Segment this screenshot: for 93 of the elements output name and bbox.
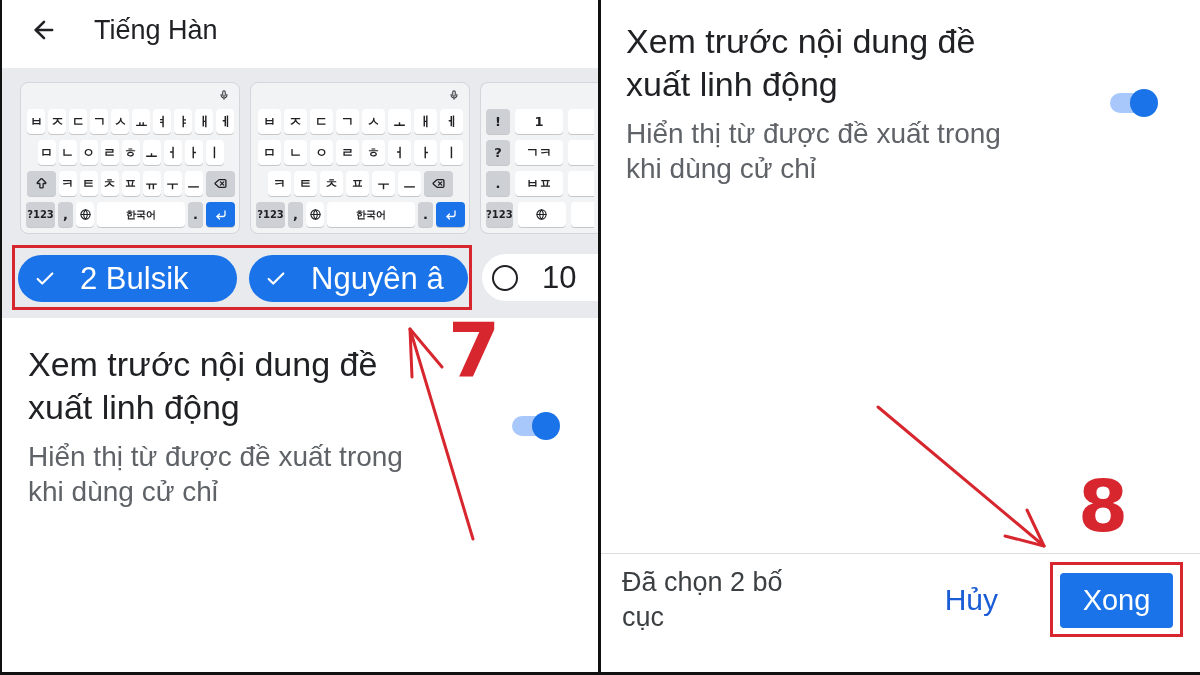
keyboard-key: ㅊ <box>100 171 119 196</box>
keyboard-key: . <box>486 171 510 196</box>
enter-arrow-icon <box>444 208 457 221</box>
keyboard-key: ?123 <box>256 202 285 227</box>
keyboard-key: ㅗ <box>142 140 161 165</box>
globe-icon <box>79 209 91 220</box>
keyboard-key: ?123 <box>26 202 55 227</box>
keyboard-key: ㅣ <box>205 140 224 165</box>
keyboard-key: ㄷ <box>69 109 87 134</box>
keyboard-key: , <box>288 202 303 227</box>
keyboard-key: ㅂㅍ <box>515 171 563 196</box>
page-title: Tiếng Hàn <box>94 14 218 46</box>
keyboard-key: ! <box>486 109 510 134</box>
keyboard-key: ㅣ <box>440 140 463 165</box>
keyboard-key: ㅋ <box>268 171 291 196</box>
keyboard-key: ? <box>486 140 510 165</box>
keyboard-key: ㅓ <box>388 140 411 165</box>
keyboard-key: ㅊ <box>320 171 343 196</box>
backspace-icon <box>432 177 445 190</box>
step-number: 8 <box>1078 470 1129 542</box>
keyboard-key <box>568 171 594 196</box>
globe-icon <box>309 209 321 220</box>
keyboard-key: ㅅ <box>111 109 129 134</box>
microphone-icon <box>219 90 229 100</box>
keyboard-key: ㄷ <box>310 109 333 134</box>
keyboard-key: ㅁ <box>258 140 281 165</box>
setting-title: Xem trước nội dung đề xuất linh động <box>28 344 379 428</box>
keyboard-key: ㄱ <box>336 109 359 134</box>
keyboard-key: ㅇ <box>310 140 333 165</box>
layout-chip[interactable]: Nguyên â <box>249 255 468 302</box>
globe-icon <box>536 209 548 220</box>
keyboard-key: ㅎ <box>121 140 140 165</box>
toggle-switch[interactable] <box>510 412 560 440</box>
keyboard-key: ㄱ <box>90 109 108 134</box>
keyboard-key: ㅗ <box>388 109 411 134</box>
toggle-switch[interactable] <box>1108 89 1158 117</box>
keyboard-key: ㄱㅋ <box>515 140 563 165</box>
keyboard-key: ㅍ <box>346 171 369 196</box>
cancel-button[interactable]: Hủy <box>944 582 998 617</box>
layout-chip[interactable]: 2 Bulsik <box>18 255 237 302</box>
keyboard-key: ㅇ <box>79 140 98 165</box>
keyboard-key: ㅍ <box>121 171 140 196</box>
keyboard-key: ㅈ <box>284 109 307 134</box>
keyboard-key: ㄹ <box>336 140 359 165</box>
keyboard-key: , <box>58 202 73 227</box>
keyboard-key: ㅡ <box>184 171 203 196</box>
keyboard-key: ㅅ <box>362 109 385 134</box>
selection-status: Đã chọn 2 bố cục <box>622 565 784 634</box>
keyboard-key: ㅡ <box>398 171 421 196</box>
done-button[interactable]: Xong <box>1060 573 1173 628</box>
keyboard-key: . <box>418 202 433 227</box>
keyboard-key: . <box>188 202 203 227</box>
keyboard-key: ㄴ <box>58 140 77 165</box>
step-number: 7 <box>448 313 501 388</box>
keyboard-key <box>568 140 594 165</box>
keyboard-key: ㅂ <box>258 109 281 134</box>
keyboard-key: ㅛ <box>132 109 150 134</box>
keyboard-key: ㅠ <box>142 171 161 196</box>
keyboard-key: ㄹ <box>100 140 119 165</box>
microphone-icon <box>449 90 459 100</box>
setting-description: Hiển thị từ được đề xuất trong khi dùng cử chỉ <box>626 117 1002 186</box>
setting-title: Xem trước nội dung đề xuất linh động <box>626 21 977 105</box>
setting-description: Hiển thị từ được đề xuất trong khi dùng cử chỉ <box>28 440 404 509</box>
keyboard-key: ㄴ <box>284 140 307 165</box>
keyboard-key: ㅏ <box>414 140 437 165</box>
keyboard-key: 1 <box>515 109 563 134</box>
keyboard-key: 한국어 <box>327 202 415 227</box>
keyboard-key: ㅈ <box>48 109 66 134</box>
keyboard-key: ㅐ <box>414 109 437 134</box>
enter-arrow-icon <box>214 208 227 221</box>
layout-chip[interactable]: 10 <box>482 254 598 301</box>
backspace-icon <box>213 177 227 190</box>
keyboard-key: ㅂ <box>27 109 45 134</box>
keyboard-key <box>570 202 594 227</box>
keyboard-key: ㅑ <box>174 109 192 134</box>
keyboard-key <box>568 109 594 134</box>
keyboard-key: ㅎ <box>362 140 385 165</box>
keyboard-key: ㅜ <box>163 171 182 196</box>
keyboard-key: ?123 <box>486 202 513 227</box>
keyboard-key: ㅐ <box>195 109 213 134</box>
keyboard-key: ㅌ <box>294 171 317 196</box>
keyboard-key: ㅔ <box>216 109 234 134</box>
keyboard-key: ㅔ <box>440 109 463 134</box>
radio-circle-icon <box>492 264 518 291</box>
shift-arrow-icon <box>34 177 48 190</box>
keyboard-key: ㅌ <box>79 171 98 196</box>
keyboard-key: ㅓ <box>163 140 182 165</box>
keyboard-key: ㅜ <box>372 171 395 196</box>
keyboard-key: ㅕ <box>153 109 171 134</box>
keyboard-key: 한국어 <box>97 202 185 227</box>
keyboard-key: ㅋ <box>58 171 77 196</box>
keyboard-key: ㅁ <box>37 140 56 165</box>
keyboard-key: ㅏ <box>184 140 203 165</box>
